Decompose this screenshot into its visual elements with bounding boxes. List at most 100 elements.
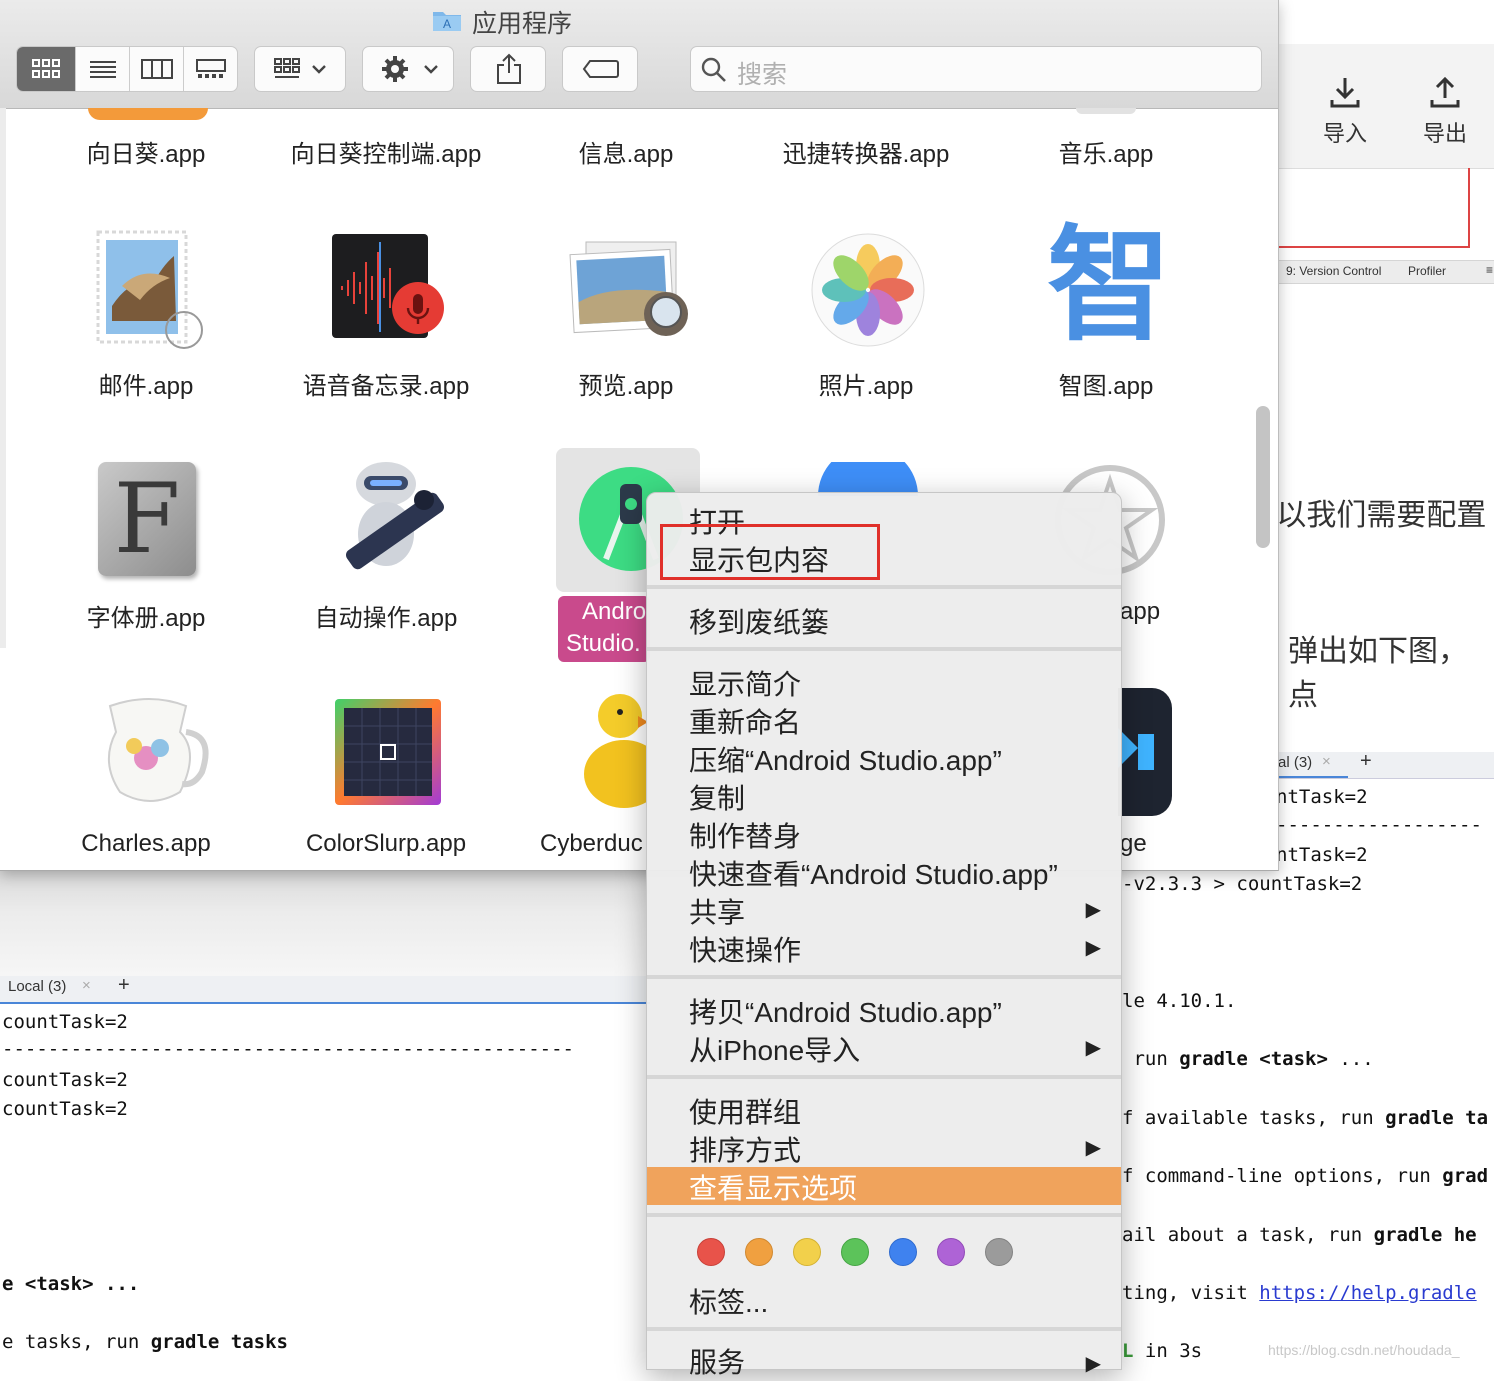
mail-stamp-icon[interactable] <box>92 226 210 350</box>
ide-status-bar: 9: Version Control Profiler ≡ <box>1278 260 1494 284</box>
app-label[interactable]: 音乐.app <box>986 134 1226 169</box>
help-link[interactable]: https://help.gradle <box>1259 1282 1476 1304</box>
colorslurp-icon[interactable] <box>334 698 442 806</box>
menu-item-services[interactable]: 服务 <box>689 1341 745 1381</box>
gallery-view-button[interactable] <box>183 47 238 91</box>
app-icon-partial[interactable] <box>1118 688 1172 816</box>
menu-item-tags[interactable]: 标签... <box>689 1281 768 1321</box>
charles-jug-icon[interactable] <box>90 692 214 812</box>
app-label[interactable]: 字体册.app <box>26 598 266 633</box>
app-label[interactable]: Charles.app <box>26 830 266 858</box>
profiler-tab[interactable]: Profiler <box>1408 264 1446 278</box>
view-mode-control <box>16 46 238 92</box>
version-control-tab[interactable]: 9: Version Control <box>1286 264 1381 278</box>
term-line: ----------------------------------------… <box>2 1038 574 1060</box>
font-book-icon[interactable]: F <box>98 462 196 576</box>
term-line: run gradle <task> ... <box>1122 1048 1374 1070</box>
app-label[interactable]: 智图.app <box>986 366 1226 401</box>
app-label[interactable]: 照片.app <box>746 366 986 401</box>
svg-text:A: A <box>443 17 451 31</box>
app-label[interactable]: 向日葵.app <box>26 134 266 169</box>
menu-separator <box>647 1213 1121 1217</box>
action-button[interactable] <box>362 46 454 92</box>
app-label[interactable]: 语音备忘录.app <box>266 366 506 401</box>
tag-gray-dot[interactable] <box>985 1238 1013 1266</box>
group-by-button[interactable] <box>254 46 346 92</box>
selected-app-label[interactable]: Andro <box>582 598 646 626</box>
app-label[interactable]: 预览.app <box>506 366 746 401</box>
app-label[interactable]: 自动操作.app <box>266 598 506 633</box>
local-terminal-tab[interactable]: Local (3) <box>8 978 66 995</box>
menu-item-sort-by[interactable]: 排序方式 <box>689 1129 801 1169</box>
menu-item-copy[interactable]: 拷贝“Android Studio.app” <box>689 991 1002 1031</box>
share-button[interactable] <box>470 46 546 92</box>
list-view-button[interactable] <box>75 47 130 91</box>
red-annotation-box <box>660 524 880 580</box>
tag-green-dot[interactable] <box>841 1238 869 1266</box>
search-icon <box>701 57 726 82</box>
scrollbar-thumb[interactable] <box>1256 406 1270 548</box>
export-icon <box>1430 76 1460 108</box>
icon-view-button[interactable] <box>17 47 75 91</box>
folder-icon: A <box>433 12 461 31</box>
term-line: L in 3s <box>1122 1340 1203 1362</box>
tag-blue-dot[interactable] <box>889 1238 917 1266</box>
menu-item-quick-actions[interactable]: 快速操作 <box>689 929 801 969</box>
music-icon <box>1076 108 1136 114</box>
terminal-tabbar: Local (3) × + <box>0 974 650 1004</box>
add-tab-button[interactable]: + <box>1360 750 1372 773</box>
search-field[interactable]: 搜索 <box>690 46 1262 92</box>
menu-icon[interactable]: ≡ <box>1486 263 1493 277</box>
preview-icon[interactable] <box>568 240 690 344</box>
sidebar-edge <box>0 108 6 648</box>
terminal-tab[interactable]: al (3) <box>1278 754 1312 771</box>
menu-item-share[interactable]: 共享 <box>689 891 745 931</box>
app-label[interactable]: Cyberduc <box>540 830 643 858</box>
chevron-down-icon <box>312 65 326 74</box>
tag-button[interactable] <box>562 46 638 92</box>
menu-item-make-alias[interactable]: 制作替身 <box>689 815 801 855</box>
list-icon <box>90 61 116 78</box>
voice-memos-icon[interactable] <box>330 232 448 344</box>
automator-icon[interactable] <box>330 456 454 582</box>
tag-icon <box>582 60 619 78</box>
cyberduck-icon[interactable] <box>580 686 648 814</box>
selected-app-label[interactable]: Studio. <box>566 630 641 658</box>
menu-separator <box>647 647 1121 651</box>
submenu-arrow-icon: ▶ <box>1085 1137 1101 1159</box>
app-label[interactable]: ColorSlurp.app <box>266 830 506 858</box>
app-icon-partial[interactable] <box>816 462 920 496</box>
tag-yellow-dot[interactable] <box>793 1238 821 1266</box>
app-label[interactable]: app <box>1120 598 1160 626</box>
menu-item-import-from-iphone[interactable]: 从iPhone导入 <box>689 1029 860 1069</box>
menu-separator <box>647 975 1121 979</box>
add-tab-button[interactable]: + <box>118 974 130 997</box>
menu-item-use-groups[interactable]: 使用群组 <box>689 1091 801 1131</box>
photos-icon[interactable] <box>810 232 926 348</box>
export-button[interactable]: 导出 <box>1410 74 1480 148</box>
column-view-button[interactable] <box>129 47 184 91</box>
app-label[interactable]: 迅捷转换器.app <box>746 134 986 169</box>
ide-terminal-tabbar: al (3) × + <box>1278 750 1494 779</box>
window-title: 应用程序 <box>472 10 573 38</box>
import-button[interactable]: 导入 <box>1310 74 1380 148</box>
tag-red-dot[interactable] <box>697 1238 725 1266</box>
menu-item-quick-look[interactable]: 快速查看“Android Studio.app” <box>689 853 1058 893</box>
app-label[interactable]: 向日葵控制端.app <box>266 134 506 169</box>
menu-item-get-info[interactable]: 显示简介 <box>689 663 801 703</box>
tag-orange-dot[interactable] <box>745 1238 773 1266</box>
tag-purple-dot[interactable] <box>937 1238 965 1266</box>
zhitu-icon[interactable]: 智 <box>1046 220 1172 352</box>
close-icon[interactable]: × <box>1322 753 1331 770</box>
app-label[interactable]: ge <box>1120 830 1147 858</box>
menu-item-show-view-options[interactable]: 查看显示选项 <box>689 1167 857 1207</box>
app-label[interactable]: 邮件.app <box>26 366 266 401</box>
menu-item-compress[interactable]: 压缩“Android Studio.app” <box>689 739 1002 779</box>
close-icon[interactable]: × <box>82 977 91 994</box>
menu-separator <box>647 1075 1121 1079</box>
menu-item-rename[interactable]: 重新命名 <box>689 701 801 741</box>
menu-item-move-to-trash[interactable]: 移到废纸篓 <box>689 601 829 641</box>
article-text-1: f以我们需要配置 <box>1268 499 1487 532</box>
app-label[interactable]: 信息.app <box>506 134 746 169</box>
menu-item-duplicate[interactable]: 复制 <box>689 777 745 817</box>
